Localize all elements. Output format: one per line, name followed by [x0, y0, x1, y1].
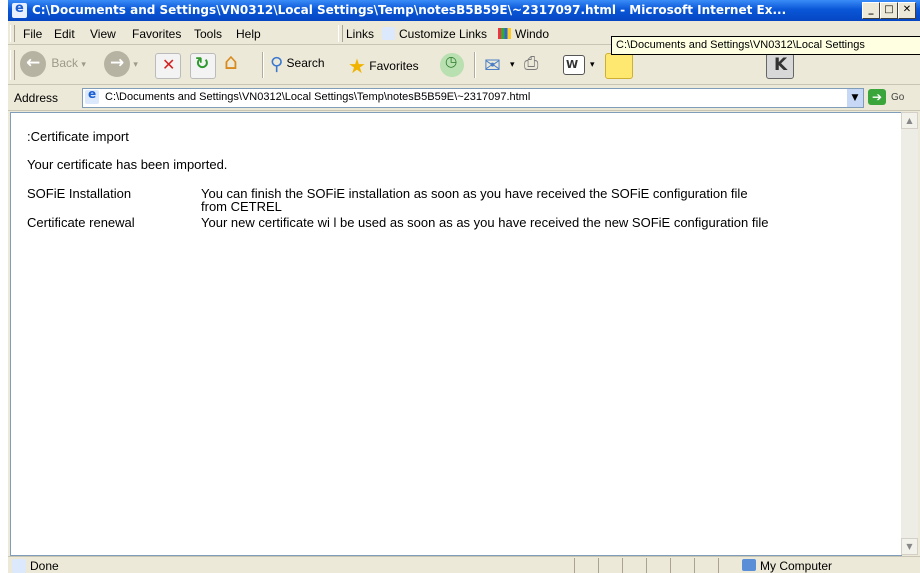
links-label: Links [346, 27, 375, 41]
browser-window: C:\Documents and Settings\VN0312\Local S… [8, 0, 920, 573]
menu-edit[interactable]: Edit [54, 27, 75, 41]
address-tooltip: C:\Documents and Settings\VN0312\Local S… [611, 36, 920, 55]
ie-icon [12, 1, 27, 18]
back-button[interactable]: ← Back ▾ [20, 51, 86, 77]
row-text: You can finish the SOFiE installation as… [201, 186, 748, 201]
status-pane [622, 558, 645, 573]
word-edit-icon[interactable]: W [563, 55, 585, 75]
stop-icon[interactable]: ✕ [155, 53, 181, 79]
address-input[interactable]: C:\Documents and Settings\VN0312\Local S… [82, 87, 864, 108]
status-pane [694, 558, 717, 573]
window-title: C:\Documents and Settings\VN0312\Local S… [32, 3, 787, 17]
search-label: Search [286, 56, 325, 70]
title-bar[interactable]: C:\Documents and Settings\VN0312\Local S… [8, 0, 920, 21]
toolbar-separator [262, 52, 264, 78]
menu-grip[interactable] [10, 25, 15, 42]
address-value: C:\Documents and Settings\VN0312\Local S… [105, 91, 531, 103]
menu-tools[interactable]: Tools [194, 27, 222, 41]
windows-link-label: Windo [515, 27, 550, 41]
address-dropdown-icon[interactable]: ▼ [847, 89, 863, 107]
menu-help[interactable]: Help [236, 27, 261, 41]
row-label: Certificate renewal [27, 215, 135, 230]
status-pane [598, 558, 621, 573]
favorites-button[interactable]: ★ Favorites [348, 54, 419, 78]
row-text-continued: from CETREL [201, 199, 282, 214]
mail-icon[interactable]: ✉ [484, 53, 508, 77]
status-bar: Done My Computer [8, 556, 920, 573]
history-icon[interactable]: ◷ [440, 53, 464, 77]
edit-dropdown-icon[interactable]: ▾ [590, 60, 595, 70]
windows-flag-icon [498, 28, 511, 39]
back-dropdown-icon[interactable]: ▾ [81, 59, 86, 69]
computer-zone-icon [742, 559, 756, 571]
windows-link[interactable]: Windo [498, 27, 549, 41]
forward-button[interactable]: → ▾ [104, 51, 138, 77]
toolbar-grip[interactable] [10, 50, 15, 80]
address-bar: Address C:\Documents and Settings\VN0312… [8, 86, 920, 111]
mail-dropdown-icon[interactable]: ▾ [510, 60, 515, 70]
messenger-note-icon[interactable] [605, 53, 633, 79]
scroll-up-icon[interactable]: ▲ [901, 112, 918, 129]
toolbar-separator-2 [474, 52, 476, 78]
print-icon[interactable]: ⎙ [523, 53, 547, 77]
go-button[interactable]: Go [891, 92, 904, 103]
forward-arrow-icon: → [104, 51, 130, 77]
customize-links-label: Customize Links [399, 27, 488, 41]
search-icon: ⚲ [270, 54, 284, 75]
vertical-scrollbar[interactable]: ▲ ▼ [901, 112, 918, 555]
address-label: Address [14, 91, 59, 105]
favorites-star-icon: ★ [348, 54, 366, 78]
back-arrow-icon: ← [20, 51, 46, 77]
status-pane [646, 558, 669, 573]
minimize-button[interactable]: _ [862, 2, 880, 19]
row-text: Your new certificate wi l be used as soo… [201, 215, 769, 230]
menu-view[interactable]: View [90, 27, 116, 41]
favorites-label: Favorites [369, 59, 419, 73]
home-icon[interactable]: ⌂ [223, 50, 247, 76]
search-button[interactable]: ⚲ Search [270, 54, 325, 75]
import-message: Your certificate has been imported. [27, 157, 228, 172]
scroll-down-icon[interactable]: ▼ [901, 538, 918, 555]
page-content: :Certificate import Your certificate has… [10, 112, 902, 556]
menu-favorites[interactable]: Favorites [132, 27, 181, 41]
page-icon [85, 87, 99, 104]
status-pane [574, 558, 597, 573]
security-zone: My Computer [760, 559, 833, 573]
page-status-icon [12, 559, 26, 573]
status-pane [670, 558, 693, 573]
customize-links[interactable]: Customize Links [382, 27, 487, 41]
status-pane [718, 558, 741, 573]
refresh-icon[interactable]: ↻ [190, 53, 216, 79]
ie-page-icon [382, 27, 395, 40]
status-text: Done [30, 559, 59, 573]
go-arrow-icon[interactable]: ➔ [868, 89, 886, 105]
forward-dropdown-icon[interactable]: ▾ [133, 59, 138, 69]
page-heading: :Certificate import [27, 129, 129, 144]
k-app-icon[interactable]: K [766, 53, 794, 79]
back-label: Back [51, 56, 79, 71]
maximize-button[interactable]: □ [880, 2, 898, 19]
menu-file[interactable]: File [23, 27, 42, 41]
links-grip[interactable] [338, 25, 343, 42]
row-label: SOFiE Installation [27, 186, 132, 201]
close-button[interactable]: ✕ [898, 2, 916, 19]
